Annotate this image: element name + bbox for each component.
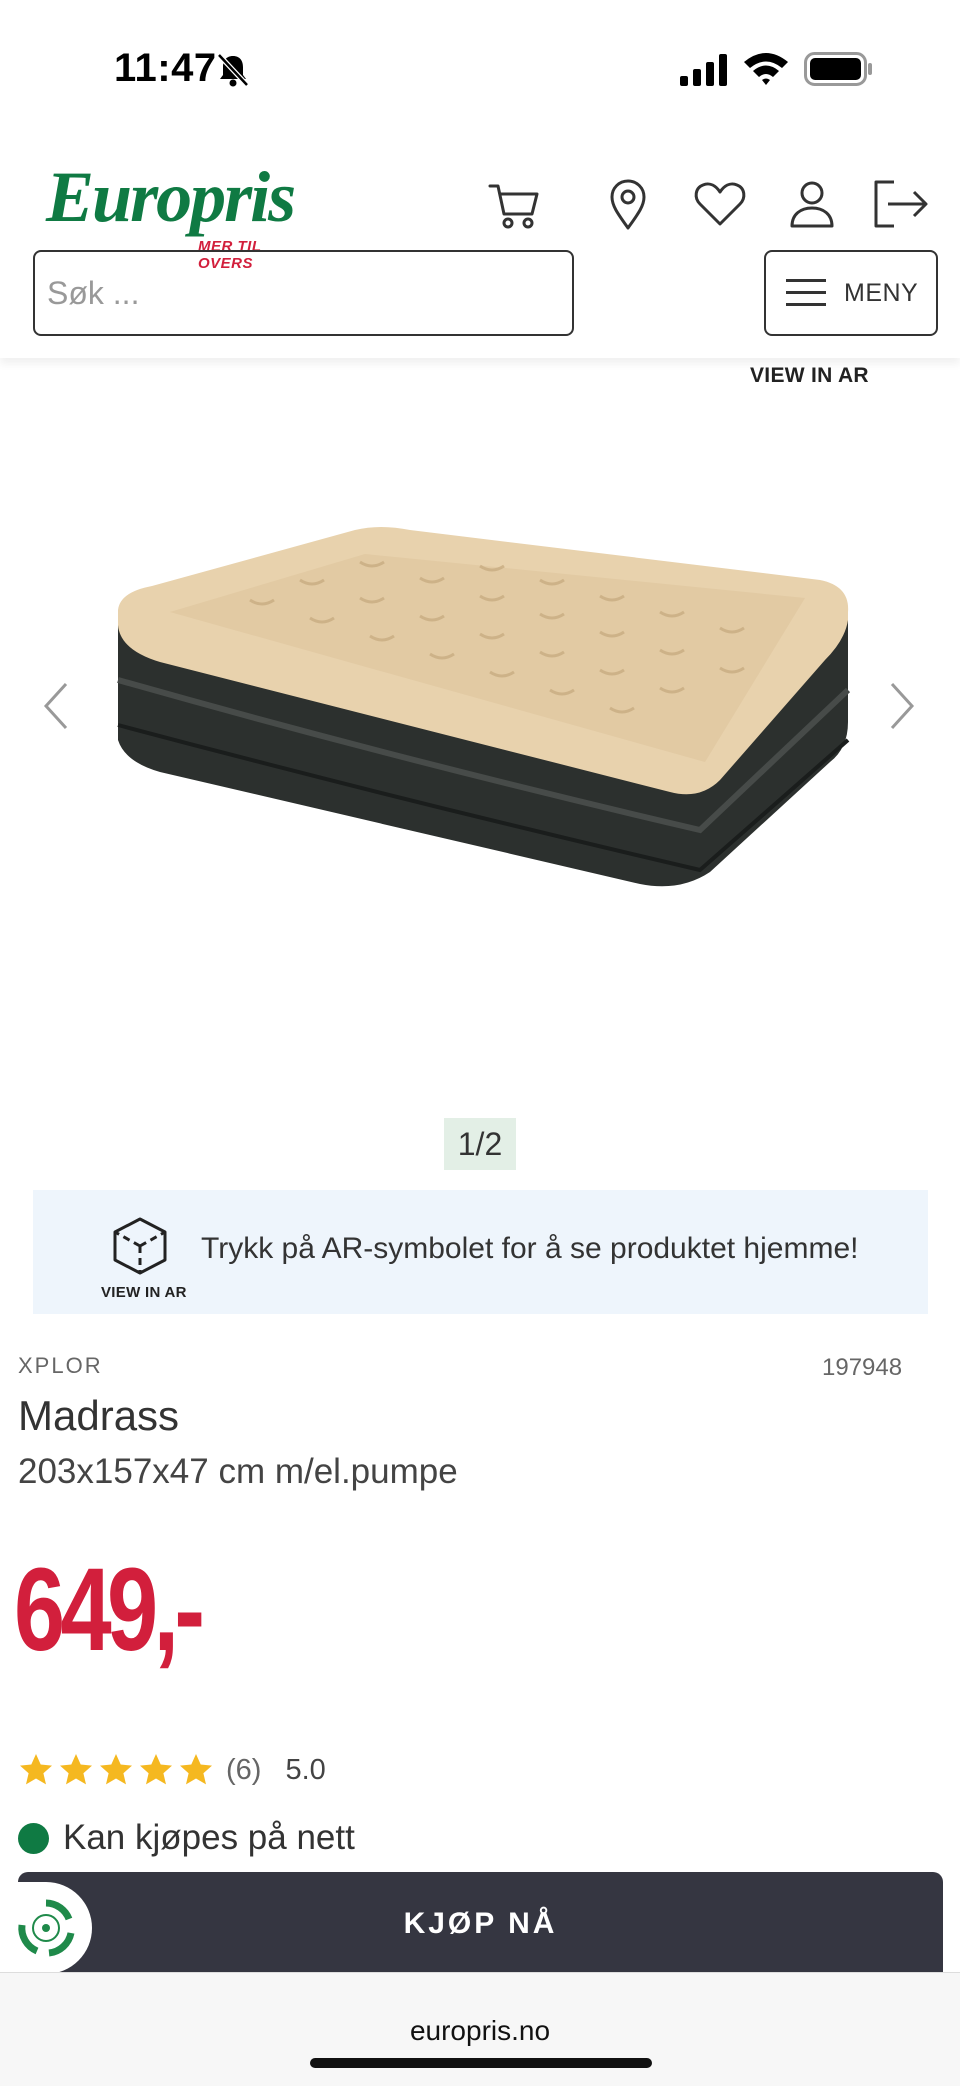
recycle-icon bbox=[18, 1899, 75, 1957]
url-bar[interactable]: europris.no bbox=[0, 2015, 960, 2047]
view-in-ar-link[interactable]: VIEW IN AR bbox=[750, 364, 869, 388]
product-brand[interactable]: XPLOR bbox=[18, 1353, 103, 1379]
availability-dot-icon bbox=[18, 1822, 49, 1854]
logo-wordmark: Europris bbox=[46, 157, 296, 237]
product-image-air-mattress[interactable] bbox=[100, 500, 860, 900]
ar-cube-icon bbox=[113, 1217, 167, 1275]
europris-logo[interactable]: Europris MER TIL OVERS bbox=[46, 157, 316, 272]
signal-icon bbox=[680, 54, 727, 86]
hamburger-icon bbox=[786, 277, 826, 309]
star-icon bbox=[180, 1754, 212, 1785]
star-icon bbox=[20, 1754, 52, 1785]
rating-score: 5.0 bbox=[285, 1753, 326, 1786]
bell-slash-icon bbox=[217, 53, 249, 87]
cart-icon[interactable] bbox=[486, 176, 542, 232]
image-pager: 1/2 bbox=[444, 1118, 516, 1170]
status-bar: 11:47 bbox=[0, 0, 960, 140]
heart-icon[interactable] bbox=[692, 176, 748, 232]
browser-bottom-bar: europris.no bbox=[0, 1972, 960, 2086]
location-icon[interactable] bbox=[600, 176, 656, 232]
ar-banner-text: Trykk på AR-symbolet for å se produktet … bbox=[201, 1232, 859, 1265]
buy-now-button[interactable]: KJØP NÅ bbox=[18, 1872, 943, 1976]
star-icon bbox=[60, 1754, 92, 1785]
star-icon bbox=[140, 1754, 172, 1785]
logout-icon[interactable] bbox=[870, 176, 932, 232]
product-sku: 197948 bbox=[822, 1354, 903, 1381]
rating-count: (6) bbox=[226, 1753, 262, 1786]
star-icon bbox=[100, 1754, 132, 1785]
availability-text: Kan kjøpes på nett bbox=[63, 1818, 355, 1857]
product-name: Madrass bbox=[18, 1392, 180, 1439]
menu-button[interactable]: MENY bbox=[764, 250, 938, 336]
product-price: 649,- bbox=[14, 1544, 205, 1676]
user-icon[interactable] bbox=[784, 176, 840, 232]
ar-cube-label: VIEW IN AR bbox=[101, 1284, 187, 1301]
product-rating[interactable]: (6) 5.0 bbox=[18, 1752, 326, 1788]
ar-info-banner[interactable]: VIEW IN AR Trykk på AR-symbolet for å se… bbox=[33, 1190, 928, 1314]
menu-label: MENY bbox=[844, 278, 919, 307]
battery-icon bbox=[804, 52, 872, 86]
availability-status: Kan kjøpes på nett bbox=[18, 1818, 355, 1858]
product-description: 203x157x47 cm m/el.pumpe bbox=[18, 1452, 458, 1491]
search-input[interactable]: Søk ... bbox=[33, 250, 574, 336]
wifi-icon bbox=[744, 53, 788, 85]
status-time: 11:47 bbox=[114, 46, 217, 90]
site-header: Europris MER TIL OVERS Søk ... MENY bbox=[0, 140, 960, 358]
home-indicator[interactable] bbox=[310, 2058, 652, 2068]
eco-badge[interactable] bbox=[0, 1882, 92, 1974]
rating-stars bbox=[18, 1752, 218, 1788]
chevron-left-icon[interactable] bbox=[40, 680, 72, 732]
chevron-right-icon[interactable] bbox=[886, 680, 918, 732]
